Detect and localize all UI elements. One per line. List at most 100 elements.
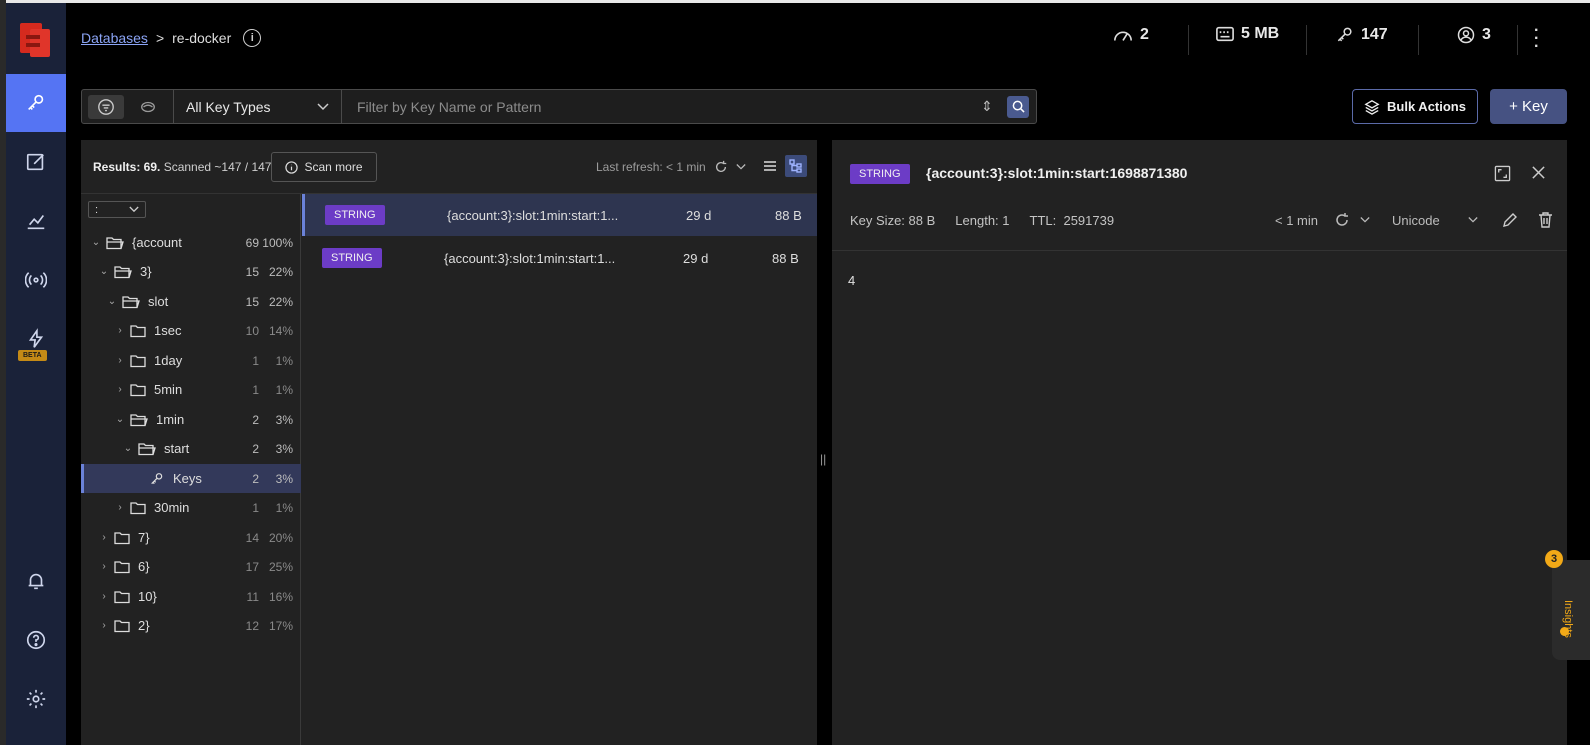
tree-node-percent: 14% xyxy=(268,323,293,338)
key-name: {account:3}:slot:1min:start:1... xyxy=(447,207,619,223)
chevron-down-icon[interactable] xyxy=(1360,216,1370,224)
tree-keys-leaf[interactable]: Keys 2 3% xyxy=(81,464,301,493)
keys-stat[interactable]: 147 xyxy=(1335,25,1388,45)
tree-node-count: 69 xyxy=(245,235,259,250)
chevron-down-icon xyxy=(317,102,329,110)
history-icon[interactable]: ⇕ xyxy=(977,98,997,115)
info-icon[interactable]: i xyxy=(243,29,262,47)
cpu-stat[interactable]: 2 xyxy=(1112,25,1149,45)
tree-node-count: 2 xyxy=(252,412,259,427)
top-header: Databases > re-docker i 2 5 MB 147 3 · · · xyxy=(66,3,1590,73)
tree-node[interactable]: › 2} 12 17% xyxy=(81,611,301,640)
tree-node-percent: 20% xyxy=(268,530,293,545)
list-view-button[interactable] xyxy=(759,155,781,177)
close-icon[interactable] xyxy=(1531,165,1546,180)
semantic-search-button[interactable] xyxy=(130,95,166,119)
more-menu-icon[interactable]: · · · xyxy=(1534,23,1539,55)
key-value[interactable]: 4 xyxy=(848,273,855,288)
tree-node-percent: 3% xyxy=(275,471,293,486)
tree-node[interactable]: ⌄ 1min 2 3% xyxy=(81,405,301,434)
tree-node[interactable]: › 5min 1 1% xyxy=(81,375,301,404)
tree-node-percent: 1% xyxy=(275,382,293,397)
refresh-icon[interactable] xyxy=(714,160,728,174)
key-details-panel: STRING {account:3}:slot:1min:start:16988… xyxy=(832,140,1567,745)
info-icon xyxy=(285,160,299,174)
clients-stat[interactable]: 3 xyxy=(1456,25,1491,45)
sidebar-item-notifications[interactable] xyxy=(6,552,66,610)
sidebar: BETA xyxy=(6,3,66,745)
tree-node-percent: 3% xyxy=(275,412,293,427)
tree-node[interactable]: › 10} 11 16% xyxy=(81,582,301,611)
key-icon xyxy=(1337,27,1352,42)
scan-more-button[interactable]: Scan more xyxy=(271,152,377,182)
key-metadata: Key Size: 88 B Length: 1 TTL: 2591739 xyxy=(850,213,1114,228)
tree-node[interactable]: ⌄ slot 15 22% xyxy=(81,287,301,316)
key-length-label: Length: 1 xyxy=(955,213,1010,228)
key-type-select[interactable]: All Key Types xyxy=(174,90,342,123)
edit-icon[interactable] xyxy=(1502,212,1518,228)
tree-node[interactable]: ⌄ 3} 15 22% xyxy=(81,257,301,286)
search-button[interactable] xyxy=(1007,95,1029,118)
redis-logo[interactable] xyxy=(16,19,54,59)
user-icon xyxy=(1457,26,1475,44)
sidebar-item-browser[interactable] xyxy=(6,74,66,132)
key-row[interactable]: STRING {account:3}:slot:1min:start:1... … xyxy=(302,194,817,236)
refresh-time: < 1 min xyxy=(1275,212,1318,228)
tree-icon xyxy=(789,159,802,173)
key-type-badge: STRING xyxy=(322,248,382,268)
key-ttl: 29 d xyxy=(683,250,709,266)
memory-value: 5 MB xyxy=(1241,25,1280,42)
sidebar-item-help[interactable] xyxy=(6,611,66,669)
key-row[interactable]: STRING {account:3}:slot:1min:start:1... … xyxy=(302,237,817,279)
beta-badge: BETA xyxy=(18,350,47,361)
insights-tab[interactable]: Insights xyxy=(1552,560,1590,660)
panel-resize-handle[interactable]: || xyxy=(820,452,826,466)
key-search-input[interactable] xyxy=(342,90,977,123)
chevron-down-icon: ⌄ xyxy=(123,443,133,454)
insights-count-badge: 3 xyxy=(1545,550,1563,568)
tree-node[interactable]: › 1day 1 1% xyxy=(81,346,301,375)
sidebar-item-workbench[interactable] xyxy=(6,133,66,191)
help-icon xyxy=(26,630,46,650)
tree-node[interactable]: › 1sec 10 14% xyxy=(81,316,301,345)
key-ttl[interactable]: TTL: 2591739 xyxy=(1030,213,1115,228)
bulk-actions-button[interactable]: Bulk Actions xyxy=(1352,89,1478,124)
breadcrumb-databases-link[interactable]: Databases xyxy=(81,30,148,46)
tree-node[interactable]: › 30min 1 1% xyxy=(81,493,301,522)
tree-node-count: 11 xyxy=(246,589,259,604)
fullscreen-icon[interactable] xyxy=(1494,165,1511,182)
memory-stat[interactable]: 5 MB xyxy=(1215,25,1279,43)
chevron-right-icon: › xyxy=(102,620,106,631)
chevron-down-icon[interactable] xyxy=(736,163,746,171)
key-details-tools: < 1 min Unicode xyxy=(1275,212,1553,228)
ai-search-icon xyxy=(141,101,155,112)
last-refresh-text: Last refresh: < 1 min xyxy=(596,160,706,174)
scanned-count: Scanned ~147 / 147 xyxy=(163,160,272,174)
folder-icon xyxy=(114,560,130,573)
sidebar-item-settings[interactable] xyxy=(6,670,66,728)
folder-open-icon xyxy=(122,295,140,308)
sidebar-item-analysis[interactable] xyxy=(6,192,66,250)
folder-icon xyxy=(130,501,146,514)
trash-icon[interactable] xyxy=(1538,212,1553,228)
chevron-down-icon[interactable] xyxy=(1468,216,1478,224)
sidebar-item-pubsub[interactable] xyxy=(6,251,66,309)
delimiter-select[interactable]: : xyxy=(88,201,146,218)
view-toggle xyxy=(759,155,807,177)
key-size: 88 B xyxy=(772,250,799,266)
keys-value: 147 xyxy=(1361,26,1388,43)
tree-node[interactable]: ⌄ {account 69 100% xyxy=(81,228,301,257)
key-list-toolbar: Results: 69. Scanned ~147 / 147 Scan mor… xyxy=(81,140,817,194)
refresh-icon[interactable] xyxy=(1334,212,1350,228)
key-icon xyxy=(28,94,44,111)
tree-view-button[interactable] xyxy=(785,155,807,177)
key-details-header: STRING {account:3}:slot:1min:start:16988… xyxy=(832,140,1567,251)
filter-mode-button[interactable] xyxy=(88,94,124,119)
key-name-title[interactable]: {account:3}:slot:1min:start:1698871380 xyxy=(926,165,1187,181)
tree-node[interactable]: › 7} 14 20% xyxy=(81,523,301,552)
stat-divider xyxy=(1418,25,1419,55)
tree-node[interactable]: › 6} 17 25% xyxy=(81,552,301,581)
format-select[interactable]: Unicode xyxy=(1392,213,1440,228)
tree-node[interactable]: ⌄ start 2 3% xyxy=(81,434,301,463)
add-key-button[interactable]: + Key xyxy=(1490,89,1567,124)
